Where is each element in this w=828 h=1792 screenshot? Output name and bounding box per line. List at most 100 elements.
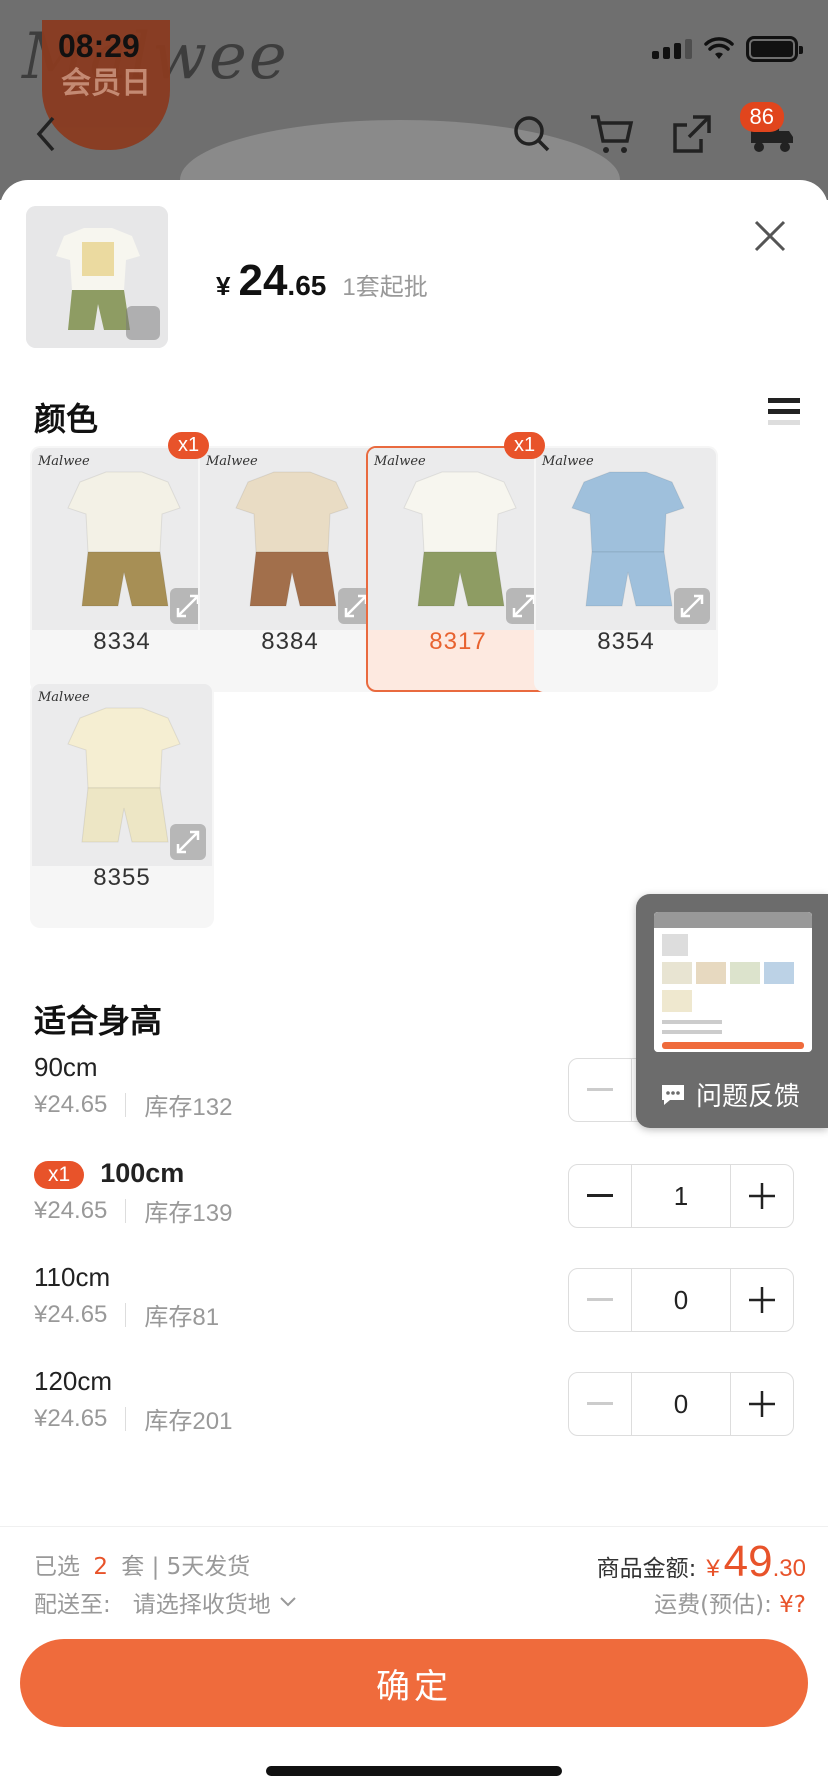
share-button[interactable] — [666, 108, 718, 160]
order-summary-footer: 已选 2 套 | 5天发货 配送至: 请选择收货地 商品金额: ¥ 49 .30… — [0, 1526, 828, 1792]
color-option-code: 8354 — [597, 628, 655, 655]
chevron-left-icon — [36, 116, 55, 152]
ship-to[interactable]: 配送至: 请选择收货地 — [34, 1585, 297, 1619]
min-order-text: 1套起批 — [342, 274, 428, 301]
size-name: 110cm — [34, 1262, 111, 1292]
color-option-card[interactable]: Malwee 8334 — [30, 446, 214, 692]
minus-icon — [587, 1298, 613, 1301]
quantity-stepper: 0 — [568, 1268, 794, 1332]
size-stock: 库存132 — [144, 1094, 233, 1121]
confirm-button[interactable]: 确定 — [20, 1639, 808, 1727]
selected-summary: 已选 2 套 | 5天发货 — [34, 1547, 250, 1581]
decrement-button[interactable] — [569, 1269, 631, 1331]
top-nav: 86 — [0, 102, 828, 160]
color-option-code: 8355 — [93, 864, 151, 891]
price-currency: ¥ — [216, 271, 231, 301]
decrement-button[interactable] — [569, 1373, 631, 1435]
option-brand-logo: Malwee — [38, 454, 90, 469]
feedback-screenshot-preview — [654, 912, 812, 1052]
feedback-label: 问题反馈 — [696, 1082, 801, 1112]
minus-icon — [587, 1088, 613, 1091]
unit-price: ¥ 24 .65 1套起批 — [216, 256, 428, 306]
ship-to-value[interactable]: 请选择收货地 — [133, 1585, 271, 1619]
expand-icon[interactable] — [674, 588, 710, 624]
goods-amount: 商品金额: ¥ 49 .30 — [597, 1537, 806, 1587]
size-row: 110cm ¥24.65 库存81 0 — [34, 1262, 794, 1352]
search-icon — [514, 116, 550, 152]
close-button[interactable] — [750, 216, 790, 256]
expand-icon[interactable] — [170, 824, 206, 860]
size-name: 100cm — [100, 1158, 185, 1188]
color-option-card[interactable]: Malwee 8355 — [30, 682, 214, 928]
home-indicator — [266, 1766, 562, 1776]
truck-cart-button[interactable]: 86 — [739, 102, 798, 160]
price-decimal: .65 — [287, 270, 327, 301]
color-quantity-badge: x1 — [504, 432, 546, 459]
plus-icon — [749, 1287, 775, 1313]
increment-button[interactable] — [731, 1269, 793, 1331]
option-brand-logo: Malwee — [38, 690, 90, 705]
quantity-input[interactable]: 1 — [631, 1165, 731, 1227]
chat-bubble-icon — [662, 1084, 684, 1105]
quantity-stepper: 1 — [568, 1164, 794, 1228]
freight-label: 运费(预估): — [654, 1592, 772, 1618]
chevron-down-icon — [280, 1597, 296, 1607]
status-time: 08:29 — [58, 28, 140, 64]
search-button[interactable] — [506, 108, 558, 160]
cart-count-badge: 86 — [739, 102, 784, 132]
plus-icon — [749, 1391, 775, 1417]
selected-suffix: 套 | 5天发货 — [121, 1554, 251, 1580]
increment-button[interactable] — [731, 1165, 793, 1227]
size-name: 90cm — [34, 1052, 98, 1082]
plus-icon — [749, 1183, 775, 1209]
divider — [125, 1406, 127, 1431]
divider — [125, 1198, 127, 1223]
quantity-input[interactable]: 0 — [631, 1373, 731, 1435]
battery-icon — [746, 36, 803, 62]
color-option-code: 8334 — [93, 628, 151, 655]
divider — [125, 1092, 127, 1117]
decrement-button[interactable] — [569, 1059, 631, 1121]
feedback-label-wrap: 问题反馈 — [660, 1076, 800, 1113]
quantity-input[interactable]: 0 — [631, 1269, 731, 1331]
size-price: ¥24.65 — [34, 1404, 108, 1432]
expand-icon[interactable] — [126, 306, 160, 340]
amount-decimal: .30 — [772, 1555, 806, 1582]
option-brand-logo: Malwee — [542, 454, 594, 469]
color-option-card[interactable]: Malwee 8354 — [534, 446, 718, 692]
option-brand-logo: Malwee — [206, 454, 258, 469]
size-price: ¥24.65 — [34, 1196, 108, 1224]
cart-button[interactable] — [586, 108, 638, 160]
feedback-float-button[interactable]: 问题反馈 — [636, 894, 828, 1128]
price-integer: 24 — [238, 256, 288, 305]
color-option-card[interactable]: Malwee 8384 — [198, 446, 382, 692]
size-section-title: 适合身高 — [34, 1002, 163, 1040]
status-icons — [652, 36, 803, 62]
color-quantity-badge: x1 — [168, 432, 210, 459]
minus-icon — [587, 1194, 613, 1197]
product-thumbnail[interactable] — [26, 206, 168, 348]
size-name: 120cm — [34, 1366, 113, 1396]
selected-prefix: 已选 — [34, 1554, 80, 1580]
size-quantity-badge: x1 — [34, 1160, 85, 1189]
signal-icon — [652, 39, 692, 59]
decrement-button[interactable] — [569, 1165, 631, 1227]
size-row: x1 100cm ¥24.65 库存139 1 — [34, 1158, 794, 1248]
size-stock: 库存81 — [144, 1304, 220, 1331]
divider — [125, 1302, 127, 1327]
color-option-card[interactable]: Malwee 8317 — [366, 446, 550, 692]
size-price: ¥24.65 — [34, 1090, 108, 1118]
ship-to-label: 配送至: — [34, 1592, 111, 1618]
back-button[interactable] — [20, 108, 72, 160]
share-icon — [673, 115, 711, 153]
list-view-toggle[interactable] — [768, 396, 800, 428]
list-icon — [768, 398, 800, 425]
freight-estimate: 运费(预估): ¥? — [654, 1585, 806, 1619]
size-price: ¥24.65 — [34, 1300, 108, 1328]
cart-icon — [591, 115, 634, 153]
color-option-code: 8384 — [261, 628, 319, 655]
color-section-title: 颜色 — [34, 400, 99, 438]
increment-button[interactable] — [731, 1373, 793, 1435]
quantity-stepper: 0 — [568, 1372, 794, 1436]
amount-currency: ¥ — [706, 1555, 720, 1582]
